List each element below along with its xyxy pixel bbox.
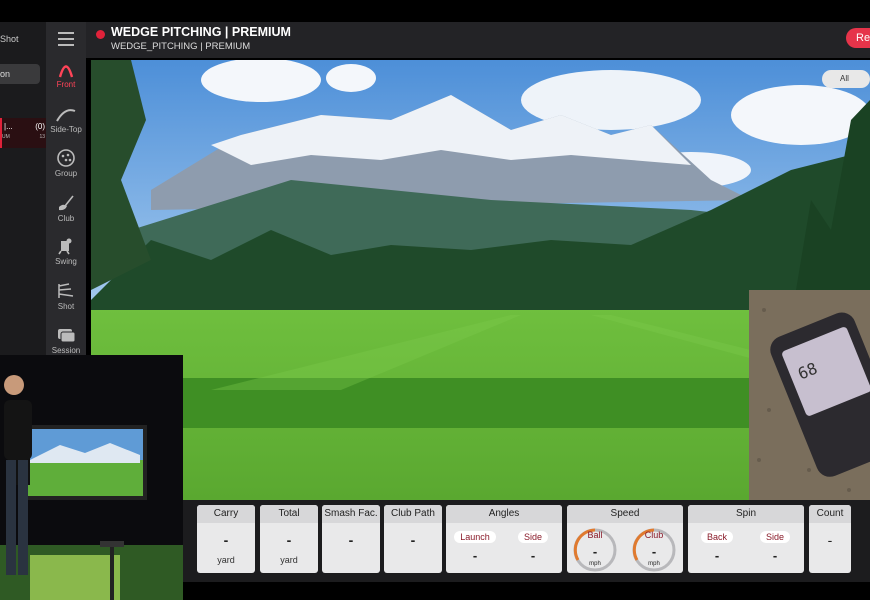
device-photo-inset: 68 xyxy=(749,290,870,500)
sub-value: - xyxy=(592,544,598,559)
club-icon xyxy=(59,195,74,211)
nav-item-label: Session xyxy=(51,346,81,355)
stat-angles: Angles Launch - Side - xyxy=(446,505,562,573)
sub-label: Launch xyxy=(454,531,496,543)
sub-label: Side xyxy=(517,531,548,543)
shot-item-count: (0) xyxy=(35,122,45,131)
sub-label: Side xyxy=(759,531,790,543)
stat-value: - xyxy=(410,532,416,548)
coach-video-inset xyxy=(0,355,183,600)
stat-value: - xyxy=(286,532,292,548)
record-indicator-icon xyxy=(96,30,105,39)
nav-item-session[interactable]: Session xyxy=(46,326,86,355)
nav-item-shot[interactable]: Shot xyxy=(46,282,86,311)
hamburger-icon[interactable] xyxy=(58,32,74,50)
stat-label: Spin xyxy=(688,505,804,523)
session-icon xyxy=(58,329,76,343)
shot-item-name: |... xyxy=(4,122,13,131)
sub-value: - xyxy=(714,548,720,563)
stat-value: - xyxy=(348,532,354,548)
sub-label: Ball xyxy=(587,530,603,540)
front-arc-icon xyxy=(58,65,74,78)
session-header: WEDGE PITCHING | PREMIUM WEDGE_PITCHING … xyxy=(86,22,870,58)
shot-stats-bar: Carry - yard Total - yard Smash Fac. - C… xyxy=(183,500,870,582)
club-speed-gauge: Club - mph xyxy=(631,527,677,573)
sub-value: - xyxy=(530,548,536,563)
group-icon xyxy=(57,149,75,167)
shot-icon xyxy=(58,283,74,298)
stat-label: Total xyxy=(260,505,318,523)
stat-club-path: Club Path - xyxy=(384,505,442,573)
nav-item-side-top[interactable]: Side-Top xyxy=(46,105,86,134)
sub-value: - xyxy=(772,548,778,563)
stat-speed: Speed Ball - mph Club - mph xyxy=(567,505,683,573)
reset-button[interactable]: Re xyxy=(846,28,870,48)
side-top-icon xyxy=(56,109,76,122)
nav-item-label: Side-Top xyxy=(50,125,82,134)
sub-value: - xyxy=(651,544,657,559)
view-nav-rail: Front Side-Top Group Club Swing Shot Ses… xyxy=(46,22,86,362)
nav-item-front[interactable]: Front xyxy=(46,60,86,89)
bottom-black-strip xyxy=(183,582,870,600)
angle-side: Side - xyxy=(504,527,562,563)
stat-label: Smash Fac. xyxy=(322,505,380,523)
nav-item-label: Shot xyxy=(57,302,75,311)
stat-label: Speed xyxy=(567,505,683,523)
stat-value: - xyxy=(827,532,833,548)
stat-total: Total - yard xyxy=(260,505,318,573)
shot-list-item[interactable]: |... (0) UM 13 xyxy=(0,118,46,148)
stat-unit: yard xyxy=(280,555,298,565)
nav-item-swing[interactable]: Swing xyxy=(46,237,86,266)
device-photo-image: 68 xyxy=(749,290,870,500)
spin-back: Back - xyxy=(688,527,746,563)
swing-icon xyxy=(58,238,72,255)
stat-unit: yard xyxy=(217,555,235,565)
panel-action-button[interactable]: on xyxy=(0,64,40,84)
top-black-bar xyxy=(0,0,870,22)
session-title: WEDGE PITCHING | PREMIUM xyxy=(111,25,291,39)
sub-unit: mph xyxy=(589,561,601,567)
stat-value: - xyxy=(223,532,229,548)
session-subtitle: WEDGE_PITCHING | PREMIUM xyxy=(111,41,251,52)
stat-count: Count - xyxy=(809,505,851,573)
coach-video-image xyxy=(0,355,183,600)
nav-item-label: Club xyxy=(57,214,75,223)
stat-carry: Carry - yard xyxy=(197,505,255,573)
sub-label: Club xyxy=(644,530,664,540)
nav-item-label: Swing xyxy=(55,257,77,266)
stat-label: Angles xyxy=(446,505,562,523)
nav-item-group[interactable]: Group xyxy=(46,149,86,178)
sub-label: Back xyxy=(700,531,733,543)
shot-item-sub: UM xyxy=(2,134,10,140)
nav-item-label: Group xyxy=(54,169,78,178)
angle-launch: Launch - xyxy=(446,527,504,563)
stat-label: Carry xyxy=(197,505,255,523)
nav-item-club[interactable]: Club xyxy=(46,194,86,223)
spin-side: Side - xyxy=(746,527,804,563)
panel-title: Shot xyxy=(0,34,19,44)
stat-label: Club Path xyxy=(384,505,442,523)
stat-label: Count xyxy=(809,505,851,523)
nav-item-label: Front xyxy=(56,80,76,89)
sub-unit: mph xyxy=(648,561,660,567)
shot-item-sub-count: 13 xyxy=(39,134,45,140)
shot-history-panel: Shot on |... (0) UM 13 xyxy=(0,22,46,355)
stat-spin: Spin Back - Side - xyxy=(688,505,804,573)
shot-filter-dropdown[interactable]: All xyxy=(822,70,870,88)
stat-smash-factor: Smash Fac. - xyxy=(322,505,380,573)
sub-value: - xyxy=(472,548,478,563)
ball-speed-gauge: Ball - mph xyxy=(572,527,618,573)
